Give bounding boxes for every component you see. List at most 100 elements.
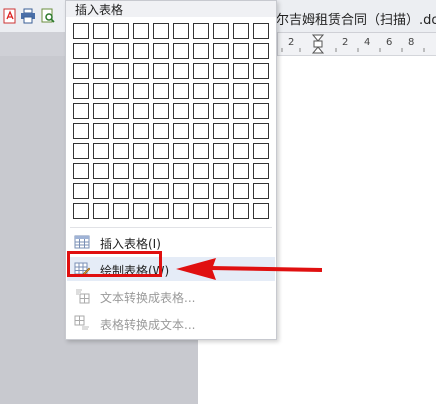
print-preview-icon[interactable]	[40, 8, 56, 24]
table-grid-cell[interactable]	[233, 123, 249, 139]
table-grid-cell[interactable]	[73, 203, 89, 219]
table-grid-cell[interactable]	[253, 23, 269, 39]
table-grid-cell[interactable]	[253, 143, 269, 159]
table-grid-cell[interactable]	[113, 103, 129, 119]
table-grid-cell[interactable]	[213, 43, 229, 59]
table-to-text-item[interactable]: 表格转换成文本...	[67, 311, 275, 335]
table-grid-cell[interactable]	[173, 103, 189, 119]
table-grid-cell[interactable]	[193, 163, 209, 179]
table-grid-cell[interactable]	[113, 43, 129, 59]
pdf-export-icon[interactable]	[2, 8, 18, 24]
table-grid-cell[interactable]	[93, 143, 109, 159]
table-grid-cell[interactable]	[213, 63, 229, 79]
document-title[interactable]: 尔吉姆租赁合同（扫描）.docx	[276, 9, 436, 28]
table-grid-cell[interactable]	[233, 103, 249, 119]
table-grid-cell[interactable]	[153, 43, 169, 59]
table-grid-cell[interactable]	[253, 163, 269, 179]
table-grid-cell[interactable]	[73, 143, 89, 159]
table-grid-cell[interactable]	[133, 43, 149, 59]
table-grid-cell[interactable]	[133, 83, 149, 99]
table-grid-cell[interactable]	[173, 123, 189, 139]
table-grid-cell[interactable]	[153, 63, 169, 79]
table-grid-cell[interactable]	[153, 83, 169, 99]
table-grid-cell[interactable]	[93, 203, 109, 219]
table-grid-cell[interactable]	[193, 123, 209, 139]
table-grid-cell[interactable]	[73, 163, 89, 179]
table-grid-cell[interactable]	[253, 63, 269, 79]
table-grid-cell[interactable]	[113, 63, 129, 79]
table-grid-cell[interactable]	[133, 203, 149, 219]
table-grid-cell[interactable]	[153, 183, 169, 199]
table-grid-cell[interactable]	[93, 163, 109, 179]
table-grid-cell[interactable]	[173, 63, 189, 79]
table-grid-cell[interactable]	[73, 23, 89, 39]
table-grid-cell[interactable]	[73, 123, 89, 139]
table-grid-cell[interactable]	[93, 83, 109, 99]
table-grid-cell[interactable]	[233, 83, 249, 99]
table-grid-cell[interactable]	[193, 183, 209, 199]
table-grid-cell[interactable]	[113, 203, 129, 219]
table-grid-cell[interactable]	[253, 83, 269, 99]
table-grid-cell[interactable]	[153, 203, 169, 219]
table-grid-cell[interactable]	[173, 163, 189, 179]
table-grid-cell[interactable]	[253, 43, 269, 59]
table-grid-cell[interactable]	[253, 183, 269, 199]
table-grid-cell[interactable]	[133, 123, 149, 139]
table-grid-cell[interactable]	[153, 123, 169, 139]
table-grid-cell[interactable]	[173, 83, 189, 99]
table-grid-cell[interactable]	[173, 143, 189, 159]
table-grid-cell[interactable]	[173, 183, 189, 199]
table-grid-cell[interactable]	[73, 103, 89, 119]
table-grid-cell[interactable]	[193, 43, 209, 59]
table-grid-cell[interactable]	[233, 163, 249, 179]
table-grid-cell[interactable]	[193, 83, 209, 99]
table-grid-cell[interactable]	[233, 43, 249, 59]
table-grid-cell[interactable]	[133, 163, 149, 179]
table-grid-cell[interactable]	[93, 123, 109, 139]
table-grid-cell[interactable]	[93, 103, 109, 119]
table-grid-cell[interactable]	[133, 63, 149, 79]
table-grid-cell[interactable]	[133, 183, 149, 199]
table-grid-cell[interactable]	[213, 183, 229, 199]
table-grid-cell[interactable]	[133, 23, 149, 39]
table-grid-cell[interactable]	[233, 143, 249, 159]
table-grid-cell[interactable]	[233, 63, 249, 79]
table-grid-cell[interactable]	[253, 203, 269, 219]
table-grid-cell[interactable]	[93, 63, 109, 79]
table-grid-cell[interactable]	[113, 23, 129, 39]
table-grid-cell[interactable]	[193, 143, 209, 159]
table-grid-cell[interactable]	[173, 23, 189, 39]
table-grid-cell[interactable]	[73, 63, 89, 79]
table-grid-cell[interactable]	[213, 103, 229, 119]
table-grid-cell[interactable]	[93, 43, 109, 59]
table-grid-cell[interactable]	[133, 103, 149, 119]
table-grid-cell[interactable]	[233, 183, 249, 199]
table-grid-cell[interactable]	[213, 143, 229, 159]
table-grid-cell[interactable]	[73, 183, 89, 199]
table-grid-cell[interactable]	[193, 63, 209, 79]
table-grid-cell[interactable]	[113, 83, 129, 99]
table-grid-cell[interactable]	[233, 203, 249, 219]
table-grid-cell[interactable]	[153, 143, 169, 159]
table-size-grid[interactable]	[73, 23, 273, 223]
horizontal-ruler[interactable]: 2 2 4 6 8	[278, 33, 436, 56]
table-grid-cell[interactable]	[113, 143, 129, 159]
table-grid-cell[interactable]	[113, 183, 129, 199]
table-grid-cell[interactable]	[213, 203, 229, 219]
print-icon[interactable]	[20, 8, 36, 24]
table-grid-cell[interactable]	[193, 203, 209, 219]
table-grid-cell[interactable]	[153, 163, 169, 179]
table-grid-cell[interactable]	[113, 123, 129, 139]
table-grid-cell[interactable]	[193, 23, 209, 39]
table-grid-cell[interactable]	[253, 123, 269, 139]
table-grid-cell[interactable]	[213, 83, 229, 99]
table-grid-cell[interactable]	[133, 143, 149, 159]
table-grid-cell[interactable]	[93, 23, 109, 39]
table-grid-cell[interactable]	[253, 103, 269, 119]
table-grid-cell[interactable]	[113, 163, 129, 179]
table-grid-cell[interactable]	[213, 23, 229, 39]
table-grid-cell[interactable]	[73, 83, 89, 99]
table-grid-cell[interactable]	[173, 203, 189, 219]
table-grid-cell[interactable]	[153, 103, 169, 119]
table-grid-cell[interactable]	[153, 23, 169, 39]
